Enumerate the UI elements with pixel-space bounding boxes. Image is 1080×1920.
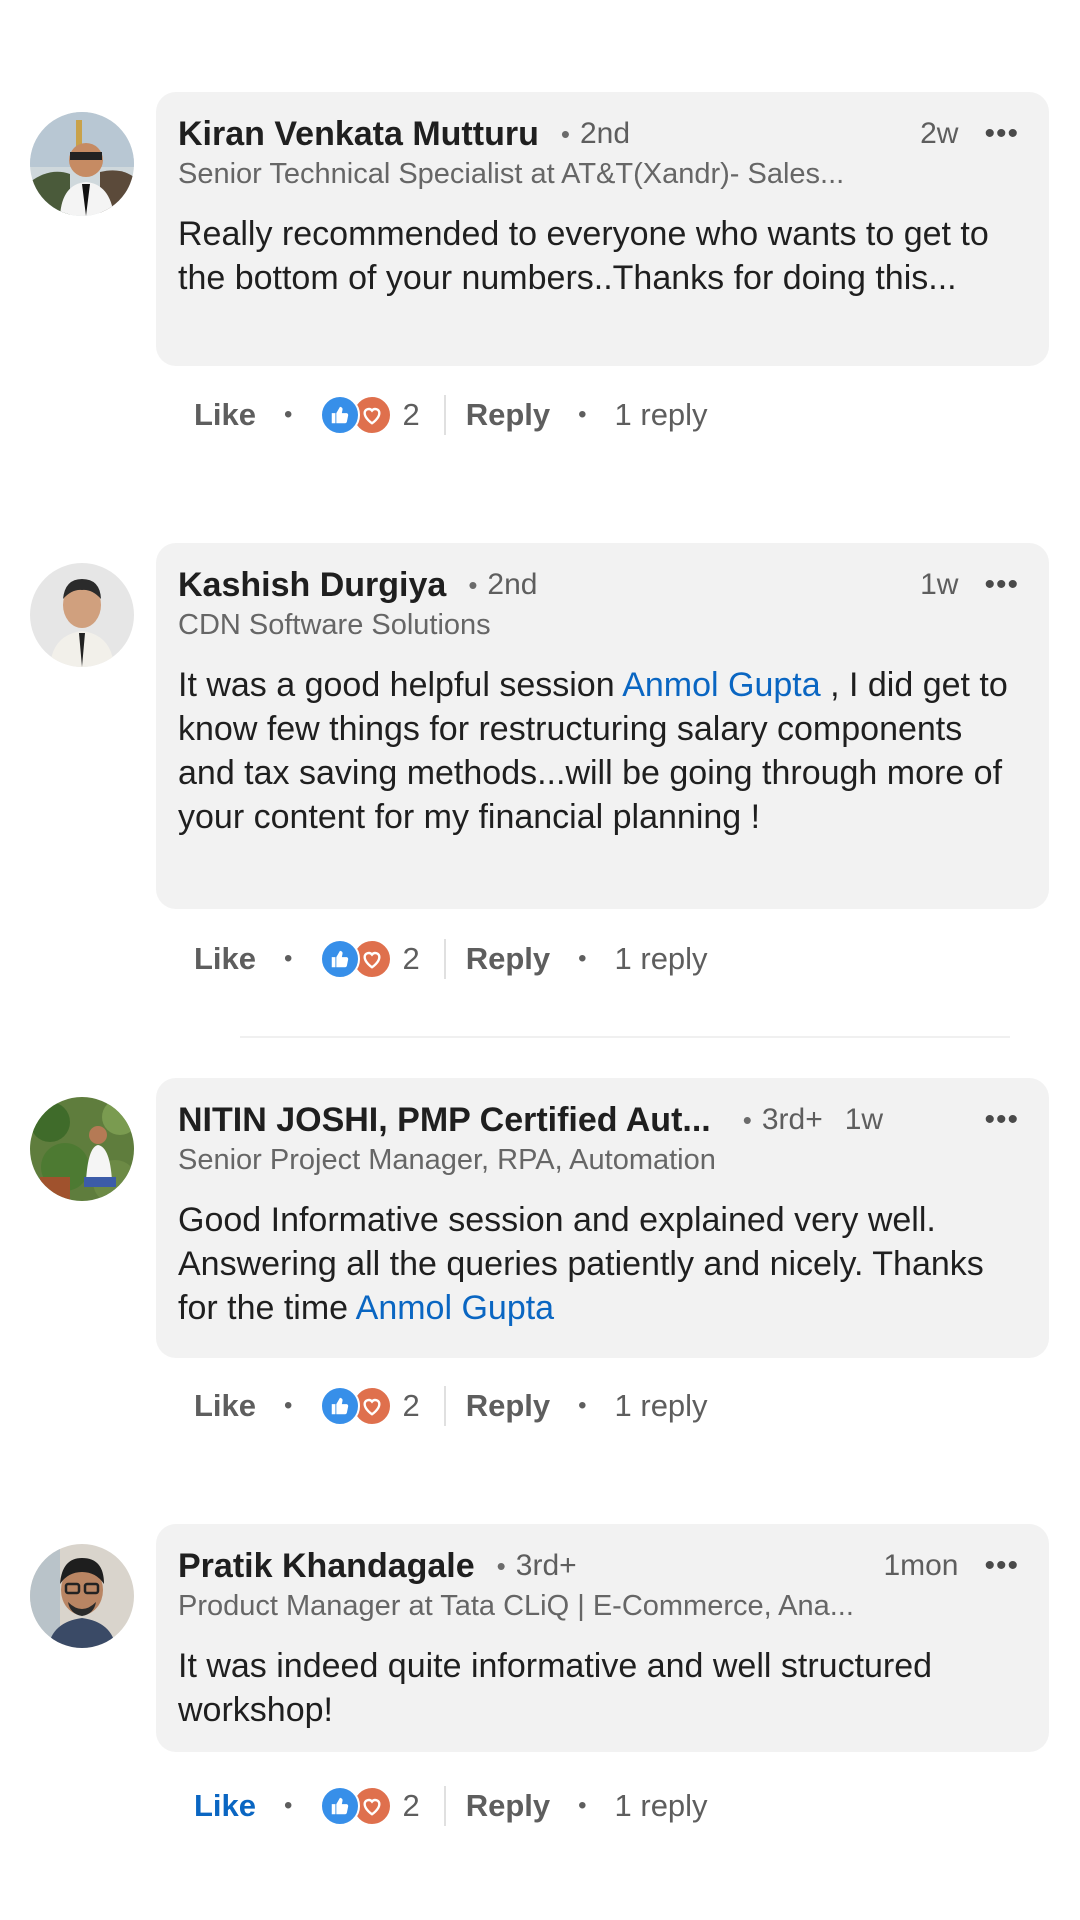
like-reaction-icon: [320, 395, 361, 435]
comment-actions: Like • 2 Reply • 1 reply: [194, 392, 708, 438]
connection-degree: 2nd: [579, 117, 631, 150]
separator-dot: •: [742, 1104, 752, 1135]
reply-button[interactable]: Reply: [466, 397, 550, 433]
comment-actions: Like • 2 Reply • 1 reply: [194, 1383, 708, 1429]
separator-dot: •: [284, 945, 293, 972]
comment-bubble: Kiran Venkata Mutturu • 2nd 2w ••• Senio…: [156, 92, 1049, 366]
like-reaction-icon: [320, 939, 361, 979]
commenter-name[interactable]: Kiran Venkata Mutturu: [178, 115, 539, 154]
comment-text: Really recommended to everyone who wants…: [178, 215, 989, 297]
separator-dot: •: [284, 1392, 293, 1419]
view-replies-link[interactable]: 1 reply: [615, 397, 708, 433]
reactions-summary[interactable]: 2: [320, 395, 420, 435]
comment-bubble: NITIN JOSHI, PMP Certified Aut... • 3rd+…: [156, 1078, 1049, 1358]
commenter-name[interactable]: NITIN JOSHI, PMP Certified Aut...: [178, 1101, 711, 1140]
like-reaction-icon: [320, 1386, 361, 1426]
comment-actions: Like • 2 Reply • 1 reply: [194, 1783, 708, 1829]
mention-link[interactable]: Anmol Gupta: [622, 666, 820, 704]
connection-degree: 3rd+: [515, 1549, 577, 1582]
avatar[interactable]: [30, 112, 134, 216]
section-divider: [240, 1036, 1010, 1038]
avatar[interactable]: [30, 563, 134, 667]
like-button[interactable]: Like: [194, 1388, 256, 1424]
reactions-summary[interactable]: 2: [320, 1386, 420, 1426]
reaction-count: 2: [402, 941, 420, 976]
like-button[interactable]: Like: [194, 1788, 256, 1824]
more-options-icon[interactable]: •••: [984, 1105, 1019, 1135]
divider: [443, 1386, 446, 1426]
more-options-icon[interactable]: •••: [984, 1551, 1019, 1581]
connection-degree: 3rd+: [761, 1103, 823, 1136]
separator-dot: •: [578, 401, 587, 428]
reply-button[interactable]: Reply: [466, 941, 550, 977]
commenter-headline: CDN Software Solutions: [178, 609, 491, 641]
avatar[interactable]: [30, 1544, 134, 1648]
commenter-name[interactable]: Kashish Durgiya: [178, 566, 446, 605]
separator-dot: •: [284, 401, 293, 428]
like-button[interactable]: Like: [194, 397, 256, 433]
reply-button[interactable]: Reply: [466, 1788, 550, 1824]
comments-screen: { "comments": [ { "name": "Kiran Venkata…: [0, 0, 1080, 1920]
separator-dot: •: [284, 1792, 293, 1819]
like-reaction-icon: [320, 1786, 361, 1826]
comment-time: 1w: [920, 568, 959, 601]
separator-dot: •: [496, 1550, 506, 1581]
comment-text: It was a good helpful session Anmol Gupt…: [178, 666, 1008, 836]
view-replies-link[interactable]: 1 reply: [615, 1788, 708, 1824]
separator-dot: •: [560, 118, 570, 149]
more-options-icon[interactable]: •••: [984, 570, 1019, 600]
comment-bubble: Pratik Khandagale • 3rd+ 1mon ••• Produc…: [156, 1524, 1049, 1752]
divider: [443, 939, 446, 979]
mention-link[interactable]: Anmol Gupta: [356, 1289, 554, 1327]
reactions-summary[interactable]: 2: [320, 1786, 420, 1826]
commenter-headline: Product Manager at Tata CLiQ | E-Commerc…: [178, 1590, 854, 1622]
comment-actions: Like • 2 Reply • 1 reply: [194, 936, 708, 982]
more-options-icon[interactable]: •••: [984, 119, 1019, 149]
divider: [443, 1786, 446, 1826]
reactions-summary[interactable]: 2: [320, 939, 420, 979]
avatar[interactable]: [30, 1097, 134, 1201]
comment-time: 1w: [844, 1103, 884, 1136]
view-replies-link[interactable]: 1 reply: [615, 1388, 708, 1424]
commenter-name[interactable]: Pratik Khandagale: [178, 1547, 475, 1586]
comment-time: 2w: [920, 117, 959, 150]
separator-dot: •: [578, 1792, 587, 1819]
separator-dot: •: [468, 569, 478, 600]
separator-dot: •: [578, 1392, 587, 1419]
view-replies-link[interactable]: 1 reply: [615, 941, 708, 977]
like-button[interactable]: Like: [194, 941, 256, 977]
reaction-count: 2: [402, 1788, 420, 1823]
separator-dot: •: [578, 945, 587, 972]
comment-time: 1mon: [883, 1549, 959, 1582]
commenter-headline: Senior Technical Specialist at AT&T(Xand…: [178, 158, 845, 190]
comment-bubble: Kashish Durgiya • 2nd 1w ••• CDN Softwar…: [156, 543, 1049, 909]
comment-text: It was indeed quite informative and well…: [178, 1647, 933, 1729]
connection-degree: 2nd: [487, 568, 538, 601]
comment-text: Good Informative session and explained v…: [178, 1201, 984, 1327]
reply-button[interactable]: Reply: [466, 1388, 550, 1424]
reaction-count: 2: [402, 397, 420, 432]
commenter-headline: Senior Project Manager, RPA, Automation: [178, 1144, 716, 1176]
divider: [443, 395, 446, 435]
reaction-count: 2: [402, 1388, 420, 1423]
